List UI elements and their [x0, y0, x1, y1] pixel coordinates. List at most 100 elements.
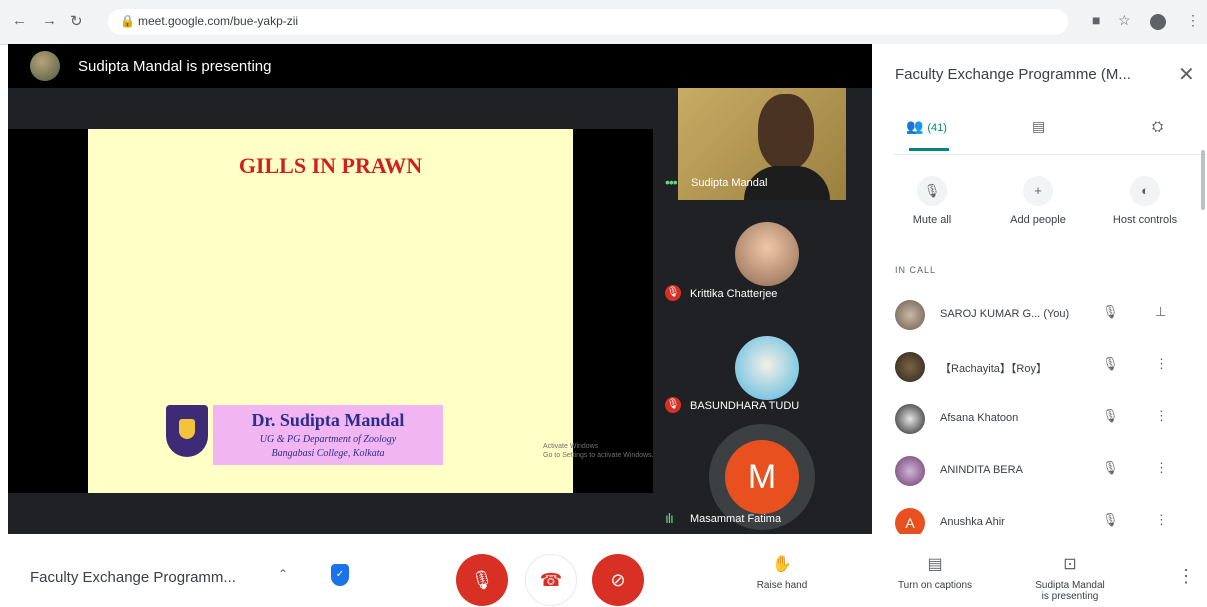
browser-toolbar: ← → ↻ 🔒 meet.google.com/bue-yakp-zii ■ ☆… [0, 0, 1207, 45]
tile-avatar-masammat: M [725, 440, 799, 514]
presenting-label-2: is presenting [1041, 591, 1099, 602]
raise-hand-label: Raise hand [756, 580, 808, 591]
panel-scrollbar[interactable] [1201, 150, 1205, 210]
more-options-icon[interactable]: ⋮ [1155, 408, 1168, 424]
namecard-department: UG & PG Department of Zoology [259, 434, 397, 445]
presenter-avatar [30, 51, 60, 81]
presenting-button[interactable]: ⊡ Sudipta Mandal is presenting [1030, 554, 1110, 602]
tile-name: Krittika Chatterjee [690, 288, 778, 300]
add-people-button[interactable]: + Add people [1002, 176, 1074, 226]
lock-icon: 🔒 [120, 14, 135, 28]
tile-name: Sudipta Mandal [691, 177, 768, 189]
add-person-icon: + [1023, 176, 1053, 206]
hang-up-icon: ☎ [539, 570, 563, 590]
presentation-area: GILLS IN PRAWN Dr. Sudipta Mandal UG & P… [8, 129, 653, 493]
tile-avatar-basundhara [735, 336, 799, 400]
mic-off-icon: 🎙 [665, 285, 681, 301]
participant-tiles: ••• Sudipta Mandal 🎙 Krittika Chatterjee… [653, 88, 872, 534]
presenting-label-1: Sudipta Mandal [1035, 580, 1105, 591]
namecard-college: Bangabasi College, Kolkata [271, 448, 385, 459]
profile-avatar[interactable] [1150, 14, 1166, 30]
active-tab-indicator [909, 148, 949, 151]
panel-title: Faculty Exchange Programme (M... [895, 66, 1131, 83]
host-controls-icon: ◐ [1130, 176, 1160, 206]
more-options-icon[interactable]: ⋮ [1155, 460, 1168, 476]
present-screen-icon: ⊡ [1063, 556, 1077, 573]
browser-menu-icon[interactable]: ⋮ [1186, 12, 1200, 29]
captions-label: Turn on captions [897, 580, 973, 591]
participant-row[interactable]: 【Rachayita】【Roy】 🎙 ⋮ [872, 342, 1207, 394]
mic-off-icon[interactable]: 🎙 [1102, 356, 1119, 372]
people-icon: 👥 [906, 118, 924, 134]
audio-level-icon: ılı [665, 510, 674, 526]
mute-all-label: Mute all [912, 214, 952, 226]
mic-off-icon: 🎙 [917, 176, 947, 206]
host-controls-label: Host controls [1112, 214, 1178, 226]
tab-activities[interactable]: ⛭ [1152, 118, 1163, 135]
captions-button[interactable]: ▤ Turn on captions [880, 554, 990, 591]
participant-name: ANINDITA BERA [940, 464, 1023, 476]
shield-icon[interactable]: ✓ [331, 564, 349, 586]
add-people-label: Add people [1010, 214, 1066, 226]
mic-off-icon[interactable]: 🎙 [1102, 304, 1119, 320]
meeting-details-button[interactable]: Faculty Exchange Programm... [30, 569, 236, 586]
chevron-up-icon[interactable]: ⌃ [278, 567, 288, 581]
avatar [895, 300, 925, 330]
camera-off-icon: ⊘ [610, 570, 626, 590]
avatar [895, 456, 925, 486]
reload-icon[interactable]: ↻ [70, 12, 83, 30]
participant-name: SAROJ KUMAR G... (You) [940, 308, 1070, 320]
camera-toggle-button[interactable]: ⊘ [592, 554, 644, 606]
participant-name: Anushka Ahir [940, 516, 1005, 528]
mic-off-icon[interactable]: 🎙 [1102, 512, 1119, 528]
camera-indicator-icon[interactable]: ■ [1092, 12, 1100, 28]
presentation-slide: GILLS IN PRAWN Dr. Sudipta Mandal UG & P… [88, 129, 573, 493]
tab-people[interactable]: 👥 (41) [906, 118, 947, 135]
participant-row[interactable]: SAROJ KUMAR G... (You) 🎙 ⊥ [872, 290, 1207, 342]
tab-chat[interactable]: ▤ [1032, 118, 1045, 135]
participant-row[interactable]: ANINDITA BERA 🎙 ⋮ [872, 446, 1207, 498]
avatar [895, 352, 925, 382]
presenter-namecard: Dr. Sudipta Mandal UG & PG Department of… [213, 405, 443, 465]
close-icon[interactable]: ✕ [1178, 62, 1195, 87]
mic-toggle-button[interactable]: 🎙 [456, 554, 508, 606]
people-panel: Faculty Exchange Programme (M... ✕ 👥 (41… [872, 44, 1207, 538]
tile-avatar-krittika [735, 222, 799, 286]
activities-icon: ⛭ [1152, 118, 1164, 134]
presenting-text: Sudipta Mandal is presenting [78, 58, 272, 75]
leave-call-button[interactable]: ☎ [525, 554, 577, 606]
pin-icon[interactable]: ⊥ [1155, 304, 1166, 320]
participant-row[interactable]: Afsana Khatoon 🎙 ⋮ [872, 394, 1207, 446]
raise-hand-button[interactable]: ✋ Raise hand [752, 554, 812, 591]
participant-name: Afsana Khatoon [940, 412, 1019, 424]
more-options-icon[interactable]: ⋮ [1155, 356, 1168, 372]
url-text: meet.google.com/bue-yakp-zii [138, 14, 299, 28]
mic-off-icon: 🎙 [470, 570, 494, 590]
windows-watermark: Activate Windows Go to Settings to activ… [543, 443, 654, 459]
namecard-name: Dr. Sudipta Mandal [251, 410, 405, 430]
back-icon[interactable]: ← [12, 12, 27, 29]
forward-icon[interactable]: → [42, 12, 57, 29]
people-count: (41) [927, 122, 947, 134]
address-bar[interactable]: 🔒 meet.google.com/bue-yakp-zii [108, 9, 1068, 35]
bookmark-star-icon[interactable]: ☆ [1118, 12, 1131, 29]
bottom-bar: Faculty Exchange Programm... ⌃ ✓ 🎙 ☎ ⊘ ✋… [0, 534, 1207, 607]
tile-name: Masammat Fatima [690, 513, 782, 525]
mic-off-icon[interactable]: 🎙 [1102, 408, 1119, 424]
host-controls-button[interactable]: ◐ Host controls [1100, 176, 1190, 226]
captions-icon: ▤ [927, 556, 943, 573]
mute-all-button[interactable]: 🎙 Mute all [902, 176, 962, 226]
mic-off-icon[interactable]: 🎙 [1102, 460, 1119, 476]
slide-title: GILLS IN PRAWN [238, 153, 423, 178]
speaking-dots-icon: ••• [665, 174, 678, 190]
tile-name: BASUNDHARA TUDU [690, 400, 800, 412]
college-crest-icon [166, 405, 208, 457]
mic-off-icon: 🎙 [665, 397, 681, 413]
presenting-banner: Sudipta Mandal is presenting [8, 44, 872, 88]
hand-icon: ✋ [772, 556, 792, 573]
more-options-icon[interactable]: ⋮ [1177, 566, 1195, 587]
more-options-icon[interactable]: ⋮ [1155, 512, 1168, 528]
participant-name: 【Rachayita】【Roy】 [940, 363, 1047, 375]
divider [894, 154, 1207, 155]
in-call-heading: IN CALL [895, 265, 937, 275]
